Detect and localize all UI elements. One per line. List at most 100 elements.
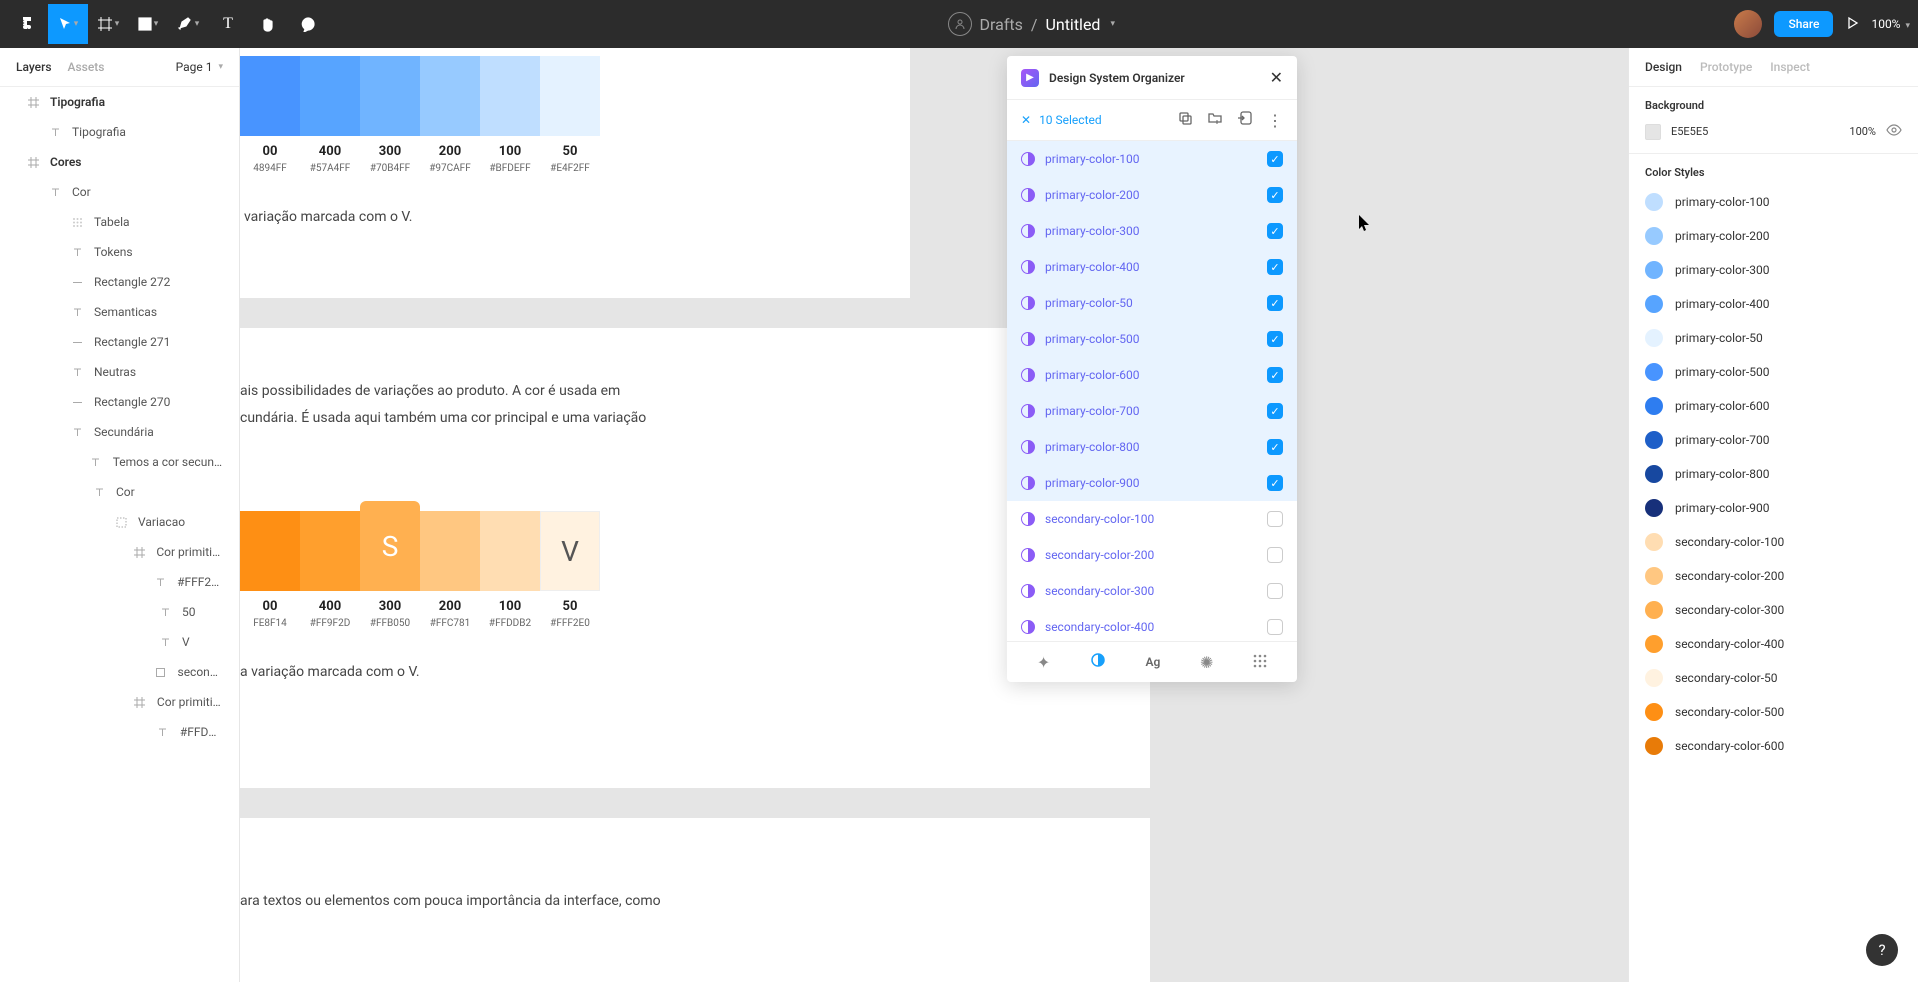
background-swatch[interactable] [1645, 124, 1661, 140]
layer-row[interactable]: V [0, 627, 239, 657]
color-style-item[interactable]: primary-color-200 [1645, 227, 1902, 245]
close-button[interactable]: ✕ [1270, 68, 1283, 87]
checkbox[interactable]: ✓ [1267, 259, 1283, 275]
checkbox[interactable]: ✓ [1267, 475, 1283, 491]
layer-row[interactable]: Cor [0, 477, 239, 507]
tab-layers[interactable]: Layers [16, 60, 52, 74]
color-swatch[interactable] [480, 56, 540, 136]
checkbox[interactable]: ✓ [1267, 223, 1283, 239]
tab-assets[interactable]: Assets [68, 60, 105, 74]
checkbox[interactable]: ✓ [1267, 439, 1283, 455]
tab-design[interactable]: Design [1645, 60, 1682, 74]
layer-row[interactable]: Cor primitiva [0, 687, 239, 717]
dso-style-item[interactable]: secondary-color-300 [1007, 573, 1297, 609]
comment-tool[interactable] [288, 4, 328, 44]
layer-row[interactable]: Secundária [0, 417, 239, 447]
layer-row[interactable]: Semanticas [0, 297, 239, 327]
folder-icon[interactable] [1207, 110, 1223, 130]
layer-row[interactable]: Rectangle 270 [0, 387, 239, 417]
color-style-item[interactable]: secondary-color-50 [1645, 669, 1902, 687]
layer-row[interactable]: #FFDD… [0, 717, 239, 747]
user-avatar[interactable] [1734, 10, 1762, 38]
hand-tool[interactable] [248, 4, 288, 44]
frame-tool[interactable]: ▾ [88, 4, 128, 44]
color-style-item[interactable]: secondary-color-300 [1645, 601, 1902, 619]
pen-tool[interactable]: ▾ [168, 4, 208, 44]
checkbox[interactable]: ✓ [1267, 367, 1283, 383]
checkbox[interactable] [1267, 547, 1283, 563]
dso-style-item[interactable]: primary-color-700✓ [1007, 393, 1297, 429]
dso-style-item[interactable]: primary-color-100✓ [1007, 141, 1297, 177]
dso-selection-count[interactable]: ✕ 10 Selected [1021, 113, 1102, 127]
layer-row[interactable]: 50 [0, 597, 239, 627]
layer-row[interactable]: Cores [0, 147, 239, 177]
checkbox[interactable]: ✓ [1267, 187, 1283, 203]
dso-style-item[interactable]: primary-color-50✓ [1007, 285, 1297, 321]
layer-row[interactable]: #FFF2E0 [0, 567, 239, 597]
breadcrumb-title[interactable]: Untitled [1045, 15, 1100, 34]
breadcrumb-folder[interactable]: Drafts [980, 15, 1023, 34]
color-style-item[interactable]: primary-color-50 [1645, 329, 1902, 347]
copy-icon[interactable] [1177, 110, 1193, 130]
color-swatch[interactable] [420, 511, 480, 591]
more-icon[interactable]: ⋮ [1267, 111, 1283, 130]
layer-row[interactable]: Tokens [0, 237, 239, 267]
checkbox[interactable]: ✓ [1267, 295, 1283, 311]
share-button[interactable]: Share [1774, 11, 1833, 37]
layer-row[interactable]: Variacao [0, 507, 239, 537]
dso-style-item[interactable]: primary-color-300✓ [1007, 213, 1297, 249]
color-style-item[interactable]: primary-color-600 [1645, 397, 1902, 415]
dso-style-item[interactable]: secondary-color-200 [1007, 537, 1297, 573]
layer-row[interactable]: Rectangle 271 [0, 327, 239, 357]
layer-row[interactable]: Cor [0, 177, 239, 207]
color-swatch[interactable] [420, 56, 480, 136]
color-style-item[interactable]: primary-color-100 [1645, 193, 1902, 211]
color-swatch[interactable] [360, 56, 420, 136]
color-swatch[interactable] [540, 56, 600, 136]
color-style-item[interactable]: primary-color-900 [1645, 499, 1902, 517]
color-style-item[interactable]: secondary-color-200 [1645, 567, 1902, 585]
color-swatch[interactable]: V [540, 511, 600, 591]
color-swatch[interactable]: S [360, 501, 420, 591]
text-styles-tab-icon[interactable]: Ag [1146, 655, 1161, 669]
dso-style-item[interactable]: primary-color-600✓ [1007, 357, 1297, 393]
checkbox[interactable]: ✓ [1267, 403, 1283, 419]
dso-style-item[interactable]: secondary-color-400 [1007, 609, 1297, 641]
layer-row[interactable]: Temos a cor secund… [0, 447, 239, 477]
color-style-item[interactable]: secondary-color-500 [1645, 703, 1902, 721]
color-style-item[interactable]: primary-color-300 [1645, 261, 1902, 279]
user-avatar-placeholder-icon[interactable] [948, 12, 972, 36]
dso-style-item[interactable]: primary-color-400✓ [1007, 249, 1297, 285]
move-tool[interactable]: ▾ [48, 4, 88, 44]
color-swatch[interactable] [240, 56, 300, 136]
color-swatch[interactable] [300, 511, 360, 591]
dso-style-item[interactable]: primary-color-900✓ [1007, 465, 1297, 501]
background-opacity[interactable]: 100% [1849, 125, 1876, 138]
color-style-item[interactable]: primary-color-500 [1645, 363, 1902, 381]
layer-row[interactable]: Rectangle 272 [0, 267, 239, 297]
import-icon[interactable] [1237, 110, 1253, 130]
dso-style-item[interactable]: secondary-color-100 [1007, 501, 1297, 537]
components-tab-icon[interactable]: ✦ [1037, 653, 1050, 672]
page-selector[interactable]: Page 1 ▾ [176, 60, 223, 74]
color-swatch[interactable] [240, 511, 300, 591]
background-hex[interactable]: E5E5E5 [1671, 125, 1839, 138]
checkbox[interactable]: ✓ [1267, 331, 1283, 347]
color-swatch[interactable] [480, 511, 540, 591]
zoom-value[interactable]: 100% ▾ [1871, 17, 1910, 31]
dso-style-item[interactable]: primary-color-500✓ [1007, 321, 1297, 357]
color-style-item[interactable]: primary-color-700 [1645, 431, 1902, 449]
visibility-icon[interactable] [1886, 122, 1902, 141]
present-button[interactable] [1845, 15, 1859, 34]
colors-tab-icon[interactable] [1090, 652, 1106, 672]
layer-row[interactable]: Tipografia [0, 117, 239, 147]
grid-tab-icon[interactable] [1253, 653, 1267, 672]
layer-row[interactable]: second… [0, 657, 239, 687]
color-style-item[interactable]: primary-color-800 [1645, 465, 1902, 483]
checkbox[interactable] [1267, 511, 1283, 527]
color-style-item[interactable]: secondary-color-400 [1645, 635, 1902, 653]
layer-row[interactable]: Tipografia [0, 87, 239, 117]
layer-row[interactable]: Cor primitiv… [0, 537, 239, 567]
checkbox[interactable]: ✓ [1267, 151, 1283, 167]
layer-row[interactable]: Neutras [0, 357, 239, 387]
